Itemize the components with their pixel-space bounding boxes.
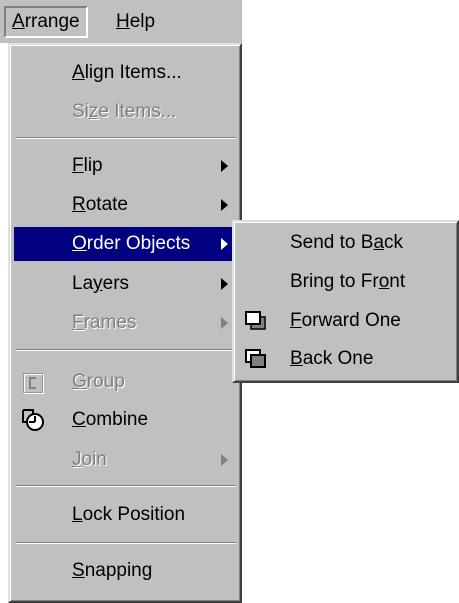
lock-position-label: Lock Position [72, 504, 186, 525]
separator [16, 137, 236, 139]
menu-arrange-label: rrange [24, 11, 80, 32]
arrange-menu: Align Items... Size Items... Flip Rotate… [8, 43, 242, 603]
menu-item-flip[interactable]: Flip [14, 149, 238, 183]
separator [16, 485, 236, 487]
group-icon [23, 373, 44, 394]
submenu-item-forward-one[interactable]: Forward One [238, 304, 455, 338]
menu-item-layers[interactable]: Layers [14, 267, 238, 301]
menu-help[interactable]: Help [110, 6, 161, 38]
submenu-arrow-icon [221, 317, 228, 329]
menu-item-lock-position[interactable]: Lock Position [14, 498, 238, 532]
submenu-item-bring-to-front[interactable]: Bring to Front [238, 265, 455, 299]
group-label: Group [72, 371, 125, 392]
snapping-label: Snapping [72, 560, 153, 581]
menu-item-join: Join [14, 443, 238, 477]
menu-help-label: elp [129, 11, 156, 32]
layers-label: Layers [72, 273, 130, 294]
submenu-item-send-to-back[interactable]: Send to Back [238, 226, 455, 260]
send-to-back-label: Send to Back [290, 232, 404, 253]
menu-item-align-items[interactable]: Align Items... [14, 56, 238, 90]
submenu-arrow-icon [221, 199, 228, 211]
menu-item-combine[interactable]: Combine [14, 403, 238, 437]
menu-bar: Arrange Help [0, 0, 242, 43]
menu-arrange-mnemonic: A [12, 11, 25, 32]
frames-label: Frames [72, 312, 137, 333]
menu-item-size-items: Size Items... [14, 95, 238, 129]
separator [16, 349, 236, 351]
menu-help-mnemonic: H [116, 11, 130, 32]
submenu-arrow-icon [221, 278, 228, 290]
forward-one-icon [245, 311, 266, 330]
join-label: Join [72, 449, 107, 470]
menu-item-frames: Frames [14, 306, 238, 340]
menu-item-snapping[interactable]: Snapping [14, 554, 238, 588]
back-one-label: Back One [290, 348, 374, 369]
combine-label: Combine [72, 409, 149, 430]
back-one-icon [245, 349, 266, 368]
separator [16, 542, 236, 544]
menu-item-group: Group [14, 365, 238, 399]
order-objects-submenu: Send to Back Bring to Front Forward One … [232, 220, 459, 383]
menu-arrange[interactable]: Arrange [4, 6, 88, 38]
size-items-label: Size Items... [72, 101, 177, 122]
order-objects-label: Order Objects [72, 233, 191, 254]
flip-label: Flip [72, 155, 103, 176]
forward-one-label: Forward One [290, 310, 401, 331]
menu-item-rotate[interactable]: Rotate [14, 188, 238, 222]
submenu-arrow-icon [221, 454, 228, 466]
bring-to-front-label: Bring to Front [290, 271, 406, 292]
submenu-arrow-icon [221, 238, 228, 250]
submenu-item-back-one[interactable]: Back One [238, 342, 455, 376]
submenu-arrow-icon [221, 160, 228, 172]
align-items-label: Align Items... [72, 62, 182, 83]
menu-item-order-objects[interactable]: Order Objects [14, 227, 238, 261]
combine-icon [22, 409, 44, 431]
rotate-label: Rotate [72, 194, 128, 215]
